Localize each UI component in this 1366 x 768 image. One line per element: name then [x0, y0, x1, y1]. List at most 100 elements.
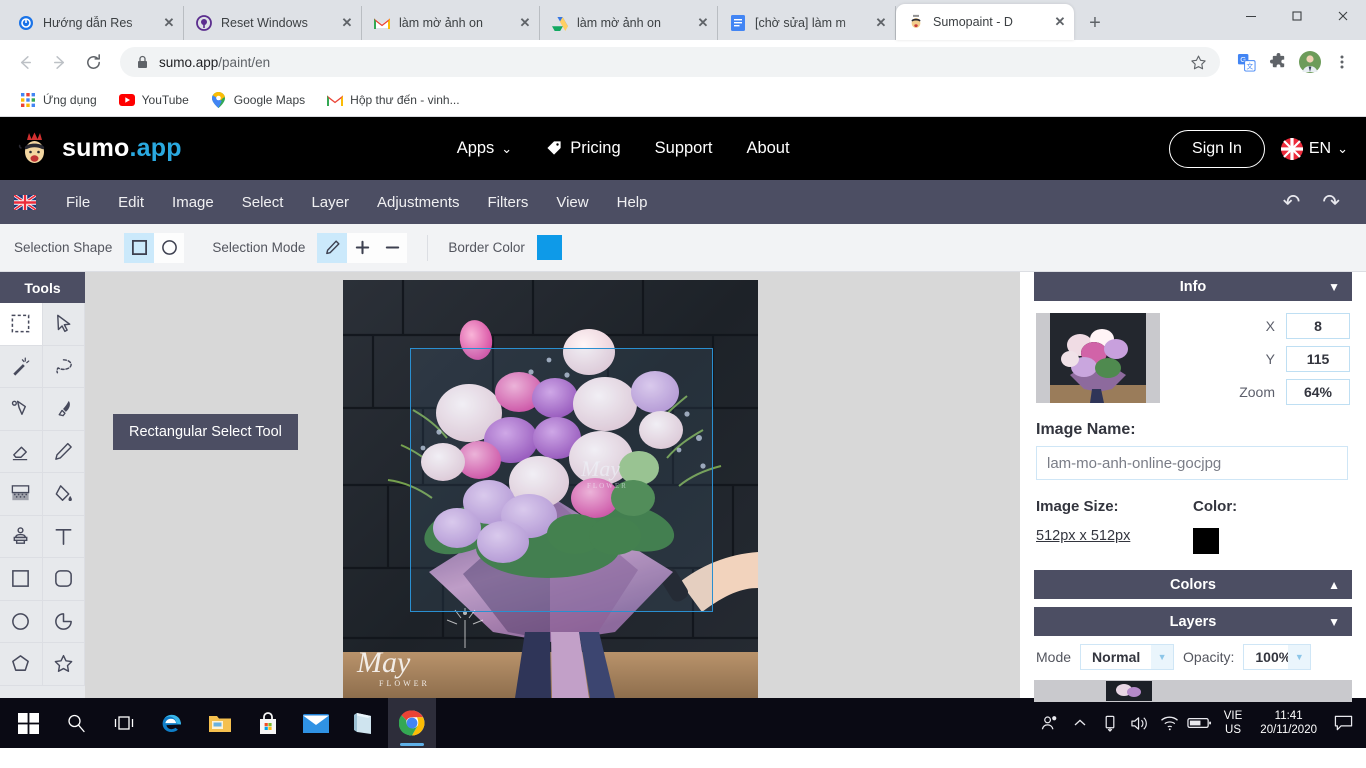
- forward-button[interactable]: [44, 47, 74, 77]
- avatar[interactable]: [1296, 48, 1324, 76]
- zoom-value[interactable]: 64%: [1286, 379, 1350, 405]
- translate-icon[interactable]: G文: [1232, 48, 1260, 76]
- clock[interactable]: 11:41 20/11/2020: [1251, 709, 1326, 738]
- subtract-selection-button[interactable]: [377, 232, 408, 263]
- back-button[interactable]: [10, 47, 40, 77]
- selection-rectangle[interactable]: [410, 348, 713, 612]
- menu-edit[interactable]: Edit: [104, 189, 158, 216]
- menu-layer[interactable]: Layer: [297, 189, 363, 216]
- canvas-area[interactable]: May FLOWER May FLOWER Rectangular Select…: [85, 272, 1020, 698]
- edge-button[interactable]: [148, 698, 196, 748]
- nav-support[interactable]: Support: [655, 139, 713, 158]
- menu-filters[interactable]: Filters: [474, 189, 543, 216]
- text-tool[interactable]: [42, 515, 85, 558]
- close-icon[interactable]: ✕: [873, 15, 889, 31]
- layers-panel-header[interactable]: Layers ▼: [1034, 607, 1352, 636]
- browser-tab[interactable]: Reset Windows ✕: [184, 6, 362, 40]
- info-panel-header[interactable]: Info ▼: [1034, 272, 1352, 301]
- kebab-menu-icon[interactable]: [1328, 48, 1356, 76]
- move-tool[interactable]: [42, 303, 85, 346]
- language-selector[interactable]: EN ⌄: [1280, 137, 1348, 160]
- redo-icon[interactable]: ↷: [1322, 190, 1340, 215]
- colors-panel-header[interactable]: Colors ▲: [1034, 570, 1352, 599]
- stamp-tool[interactable]: [0, 515, 43, 558]
- opacity-select[interactable]: 100% ▼: [1243, 644, 1312, 670]
- browser-tab[interactable]: [chờ sửa] làm m ✕: [718, 6, 896, 40]
- chevron-down-icon[interactable]: ▼: [1151, 645, 1174, 669]
- image-canvas[interactable]: May FLOWER May FLOWER: [343, 280, 758, 698]
- magic-wand-tool[interactable]: [0, 345, 43, 388]
- notepad-button[interactable]: [340, 698, 388, 748]
- browser-tab-active[interactable]: Sumopaint - D ✕: [896, 4, 1074, 40]
- browser-tab[interactable]: làm mờ ảnh on ✕: [362, 6, 540, 40]
- eraser-tool[interactable]: [0, 430, 43, 473]
- menu-select[interactable]: Select: [228, 189, 298, 216]
- chevron-up-icon[interactable]: [1065, 698, 1095, 748]
- start-button[interactable]: [4, 698, 52, 748]
- chevron-down-icon[interactable]: ▼: [1288, 645, 1311, 669]
- menu-image[interactable]: Image: [158, 189, 228, 216]
- nav-apps[interactable]: Apps ⌄: [457, 139, 513, 158]
- close-icon[interactable]: ✕: [517, 15, 533, 31]
- undo-icon[interactable]: ↶: [1283, 190, 1301, 215]
- language-indicator[interactable]: VIE US: [1215, 709, 1252, 738]
- ellipse-shape-button[interactable]: [154, 232, 185, 263]
- brush-tool[interactable]: [42, 388, 85, 431]
- rounded-rect-tool[interactable]: [42, 558, 85, 601]
- microsoft-store-button[interactable]: [244, 698, 292, 748]
- bookmark-youtube[interactable]: YouTube: [111, 88, 197, 112]
- menu-view[interactable]: View: [542, 189, 602, 216]
- star-tool[interactable]: [42, 643, 85, 686]
- gradient-tool[interactable]: [0, 473, 43, 516]
- new-selection-button[interactable]: [317, 232, 348, 263]
- maximize-button[interactable]: [1274, 0, 1320, 32]
- file-explorer-button[interactable]: [196, 698, 244, 748]
- blend-mode-select[interactable]: Normal ▼: [1080, 644, 1175, 670]
- browser-tab[interactable]: Hướng dẫn Res ✕: [6, 6, 184, 40]
- border-color-swatch[interactable]: [536, 235, 562, 260]
- lasso-tool[interactable]: [42, 345, 85, 388]
- paint-bucket-tool[interactable]: [42, 473, 85, 516]
- close-icon[interactable]: ✕: [161, 15, 177, 31]
- notification-icon[interactable]: [1326, 698, 1360, 748]
- mail-button[interactable]: [292, 698, 340, 748]
- usb-icon[interactable]: [1095, 698, 1125, 748]
- task-view-button[interactable]: [100, 698, 148, 748]
- x-value[interactable]: 8: [1286, 313, 1350, 339]
- extensions-icon[interactable]: [1264, 48, 1292, 76]
- rectangular-select-tool[interactable]: [0, 303, 43, 346]
- ellipse-shape-tool[interactable]: [0, 600, 43, 643]
- pencil-tool[interactable]: [42, 430, 85, 473]
- menu-adjustments[interactable]: Adjustments: [363, 189, 474, 216]
- search-button[interactable]: [52, 698, 100, 748]
- nav-pricing[interactable]: Pricing: [546, 139, 621, 158]
- star-icon[interactable]: [1184, 48, 1212, 76]
- layer-list-item[interactable]: [1034, 680, 1352, 702]
- polygon-tool[interactable]: [0, 643, 43, 686]
- y-value[interactable]: 115: [1286, 346, 1350, 372]
- rectangle-shape-button[interactable]: [124, 232, 155, 263]
- bookmark-google-maps[interactable]: Google Maps: [203, 88, 313, 112]
- address-bar[interactable]: sumo.app/paint/en: [120, 47, 1220, 77]
- sign-in-button[interactable]: Sign In: [1169, 129, 1265, 168]
- chrome-button[interactable]: [388, 698, 436, 748]
- menu-file[interactable]: File: [52, 189, 104, 216]
- close-window-button[interactable]: [1320, 0, 1366, 32]
- rectangle-shape-tool[interactable]: [0, 558, 43, 601]
- sumo-logo[interactable]: sumo.app: [18, 131, 182, 167]
- people-icon[interactable]: [1035, 698, 1065, 748]
- minimize-button[interactable]: [1228, 0, 1274, 32]
- bookmark-apps[interactable]: Ứng dụng: [12, 88, 105, 112]
- reload-button[interactable]: [78, 47, 108, 77]
- close-icon[interactable]: ✕: [695, 15, 711, 31]
- close-icon[interactable]: ✕: [339, 15, 355, 31]
- pie-shape-tool[interactable]: [42, 600, 85, 643]
- nav-about[interactable]: About: [746, 139, 789, 158]
- foreground-color-swatch[interactable]: [1193, 528, 1219, 554]
- browser-tab[interactable]: làm mờ ảnh on ✕: [540, 6, 718, 40]
- menu-help[interactable]: Help: [603, 189, 662, 216]
- close-icon[interactable]: ✕: [1052, 14, 1068, 30]
- image-size-value[interactable]: 512px x 512px: [1036, 528, 1193, 544]
- add-selection-button[interactable]: [347, 232, 378, 263]
- pen-tool[interactable]: [0, 388, 43, 431]
